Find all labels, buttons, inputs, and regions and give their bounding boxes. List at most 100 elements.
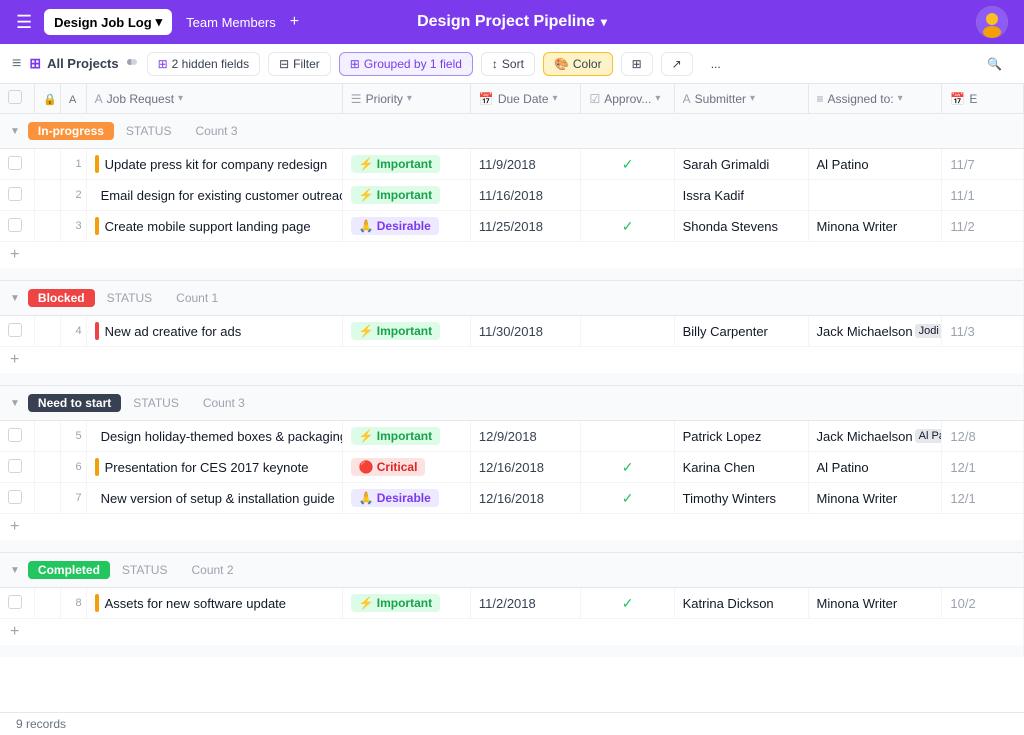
row-job-title: New version of setup & installation guid…: [101, 491, 335, 506]
table-row[interactable]: 2 Email design for existing customer out…: [0, 180, 1024, 211]
table-row[interactable]: 6 Presentation for CES 2017 keynote 🔴 Cr…: [0, 452, 1024, 483]
th-assigned-sort-icon: ▾: [898, 93, 903, 104]
header-checkbox[interactable]: [8, 90, 22, 104]
table-row[interactable]: 4 New ad creative for ads ⚡ Important 11…: [0, 316, 1024, 347]
add-row-needtostart[interactable]: +: [0, 514, 1024, 541]
group-collapse-icon[interactable]: ▼: [10, 293, 20, 304]
expand-icon[interactable]: ≡: [12, 55, 21, 73]
priority-label: Important: [377, 157, 432, 171]
th-approv-icon: ☑: [589, 92, 600, 106]
avatar-image: [976, 6, 1008, 38]
row-checkbox[interactable]: [8, 490, 22, 504]
add-row-cell[interactable]: +: [0, 619, 1024, 646]
add-tab-button[interactable]: +: [290, 13, 299, 31]
group-collapse-icon[interactable]: ▼: [10, 398, 20, 409]
row-checkbox[interactable]: [8, 459, 22, 473]
row-checkbox-cell: [0, 483, 35, 514]
group-header-needtostart: ▼ Need to start STATUS Count 3: [0, 386, 1024, 421]
row-due-cell: 11/25/2018: [470, 211, 581, 242]
th-job-icon: A: [95, 92, 103, 106]
export-button[interactable]: ↗: [661, 52, 693, 76]
priority-badge: 🔴 Critical: [351, 458, 426, 476]
row-lock-cell: [35, 421, 61, 452]
priority-label: Desirable: [377, 491, 431, 505]
priority-label: Critical: [377, 460, 418, 474]
row-checkbox[interactable]: [8, 187, 22, 201]
add-row-cell[interactable]: +: [0, 242, 1024, 269]
th-job-request[interactable]: A Job Request ▾: [86, 84, 342, 114]
row-checkbox-cell: [0, 452, 35, 483]
add-row-inprogress[interactable]: +: [0, 242, 1024, 269]
row-lock-cell: [35, 211, 61, 242]
view-toggle: ⊞ All Projects: [29, 55, 138, 72]
search-icon: 🔍: [987, 57, 1002, 71]
row-priority-cell: 🙏 Desirable: [342, 483, 470, 514]
th-submitter[interactable]: A Submitter ▾: [674, 84, 808, 114]
group-status-text: STATUS: [107, 291, 153, 305]
th-extra[interactable]: 📅 E: [942, 84, 1024, 114]
table-body: ▼ In-progress STATUS Count 3 1 Update pr…: [0, 114, 1024, 658]
add-row-blocked[interactable]: +: [0, 347, 1024, 374]
row-num-cell: 8: [61, 588, 87, 619]
group-spacer: [0, 540, 1024, 553]
row-checkbox[interactable]: [8, 595, 22, 609]
more-button[interactable]: ...: [701, 53, 731, 75]
th-assigned[interactable]: ≡ Assigned to: ▾: [808, 84, 942, 114]
row-extra-cell: 12/8: [942, 421, 1024, 452]
search-button[interactable]: 🔍: [977, 53, 1012, 75]
row-checkbox[interactable]: [8, 218, 22, 232]
row-checkbox[interactable]: [8, 323, 22, 337]
row-due-cell: 11/2/2018: [470, 588, 581, 619]
row-priority-cell: ⚡ Important: [342, 588, 470, 619]
row-checkbox-cell: [0, 421, 35, 452]
priority-badge: ⚡ Important: [351, 322, 440, 340]
priority-badge: ⚡ Important: [351, 594, 440, 612]
team-members-tab[interactable]: Team Members: [176, 10, 286, 35]
sort-icon: ↕: [492, 57, 498, 71]
table-row[interactable]: 5 Design holiday-themed boxes & packagin…: [0, 421, 1024, 452]
filter-button[interactable]: ⊟ Filter: [268, 52, 331, 76]
group-count: Count 2: [191, 563, 233, 577]
table-row[interactable]: 3 Create mobile support landing page 🙏 D…: [0, 211, 1024, 242]
row-checkbox-cell: [0, 149, 35, 180]
row-job-cell: Presentation for CES 2017 keynote: [86, 452, 342, 483]
table-row[interactable]: 1 Update press kit for company redesign …: [0, 149, 1024, 180]
th-approved[interactable]: ☑ Approv... ▾: [581, 84, 674, 114]
hidden-fields-button[interactable]: ⊞ 2 hidden fields: [147, 52, 260, 76]
group-count: Count 3: [203, 396, 245, 410]
filter-label: Filter: [293, 57, 320, 71]
add-row-completed[interactable]: +: [0, 619, 1024, 646]
hamburger-icon[interactable]: ☰: [16, 12, 32, 33]
tab-dropdown-icon: ▾: [156, 14, 163, 30]
grid-icon-button[interactable]: ⊞: [621, 52, 653, 76]
add-row-cell[interactable]: +: [0, 514, 1024, 541]
fields-icon: ⊞: [158, 57, 168, 71]
row-color-bar: [95, 155, 99, 173]
row-checkbox[interactable]: [8, 428, 22, 442]
assigned-name: Jack Michaelson: [817, 429, 913, 444]
row-submitter-cell: Shonda Stevens: [674, 211, 808, 242]
group-collapse-icon[interactable]: ▼: [10, 126, 20, 137]
user-avatar[interactable]: [976, 6, 1008, 38]
approved-check-icon: ✓: [622, 595, 634, 611]
row-due-cell: 12/16/2018: [470, 483, 581, 514]
row-job-title: Update press kit for company redesign: [105, 157, 328, 172]
add-row-cell[interactable]: +: [0, 347, 1024, 374]
row-submitter-cell: Karina Chen: [674, 452, 808, 483]
th-due-date[interactable]: 📅 Due Date ▾: [470, 84, 581, 114]
th-priority[interactable]: ☰ Priority ▾: [342, 84, 470, 114]
group-button[interactable]: ⊞ Grouped by 1 field: [339, 52, 473, 76]
row-num-cell: 5: [61, 421, 87, 452]
row-extra-cell: 11/7: [942, 149, 1024, 180]
assigned-name: Al Patino: [817, 157, 869, 172]
th-job-sort-icon: ▾: [178, 93, 183, 104]
team-members-label: Team Members: [186, 15, 276, 30]
group-collapse-icon[interactable]: ▼: [10, 565, 20, 576]
priority-label: Desirable: [377, 219, 431, 233]
color-button[interactable]: 🎨 Color: [543, 52, 613, 76]
table-row[interactable]: 8 Assets for new software update ⚡ Impor…: [0, 588, 1024, 619]
row-checkbox[interactable]: [8, 156, 22, 170]
sort-button[interactable]: ↕ Sort: [481, 52, 535, 76]
design-job-log-tab[interactable]: Design Job Log ▾: [44, 9, 172, 35]
table-row[interactable]: 7 New version of setup & installation gu…: [0, 483, 1024, 514]
